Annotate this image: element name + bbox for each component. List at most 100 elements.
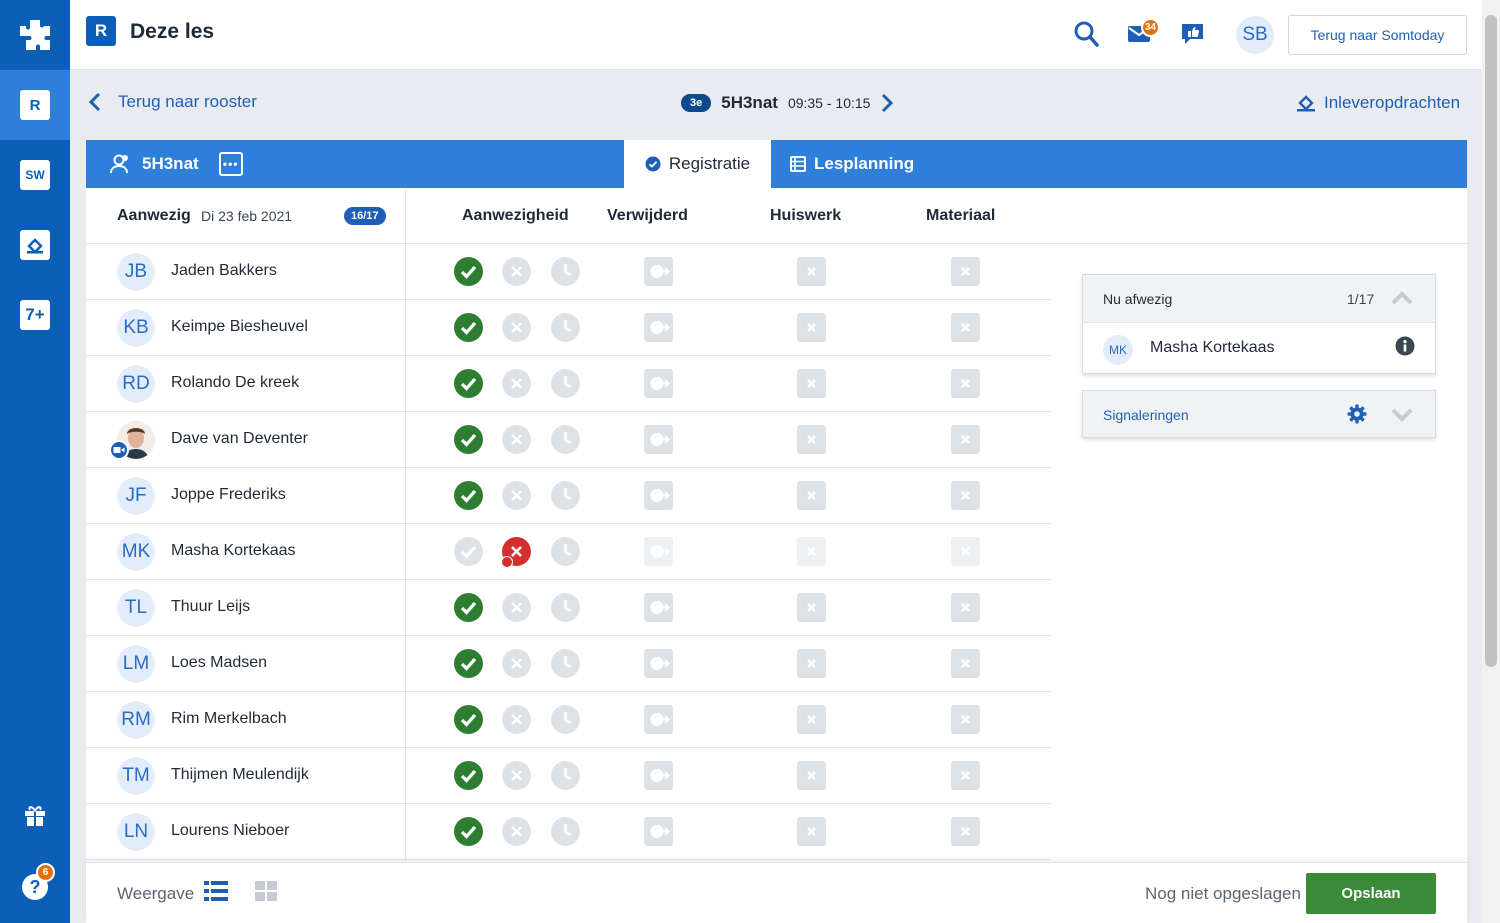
info-icon[interactable]: [1395, 336, 1415, 356]
present-toggle[interactable]: [454, 369, 483, 398]
material-toggle[interactable]: [951, 537, 980, 566]
late-toggle[interactable]: [551, 313, 580, 342]
chevron-up-icon[interactable]: [1391, 291, 1413, 305]
absent-card-header[interactable]: Nu afwezig 1/17: [1083, 275, 1435, 323]
present-toggle[interactable]: [454, 537, 483, 566]
late-toggle[interactable]: [551, 481, 580, 510]
homework-toggle[interactable]: [797, 817, 826, 846]
material-toggle[interactable]: [951, 593, 980, 622]
student-name[interactable]: Rim Merkelbach: [171, 710, 287, 728]
student-name[interactable]: Rolando De kreek: [171, 374, 299, 392]
absent-toggle[interactable]: [502, 425, 531, 454]
feedback-button[interactable]: [1180, 22, 1206, 51]
homework-toggle[interactable]: [797, 369, 826, 398]
removed-toggle[interactable]: [644, 761, 673, 790]
group-options-button[interactable]: •••: [218, 152, 243, 176]
absent-toggle[interactable]: [502, 761, 531, 790]
rail-item-gift[interactable]: [0, 780, 70, 850]
rail-item-studiewijzer[interactable]: SW: [0, 140, 70, 210]
search-button[interactable]: [1073, 20, 1099, 53]
scrollbar-thumb[interactable]: [1485, 15, 1497, 667]
absent-toggle[interactable]: [502, 313, 531, 342]
gear-icon[interactable]: [1347, 404, 1367, 424]
student-name[interactable]: Dave van Deventer: [171, 430, 308, 448]
homework-toggle[interactable]: [797, 593, 826, 622]
tab-registratie[interactable]: Registratie: [624, 140, 771, 188]
rail-item-inleveren[interactable]: [0, 210, 70, 280]
student-name[interactable]: Masha Kortekaas: [171, 542, 296, 560]
present-toggle[interactable]: [454, 705, 483, 734]
removed-toggle[interactable]: [644, 537, 673, 566]
present-toggle[interactable]: [454, 761, 483, 790]
student-name[interactable]: Keimpe Biesheuvel: [171, 318, 308, 336]
mail-button[interactable]: 34: [1127, 18, 1160, 49]
removed-toggle[interactable]: [644, 649, 673, 678]
material-toggle[interactable]: [951, 369, 980, 398]
homework-toggle[interactable]: [797, 761, 826, 790]
present-toggle[interactable]: [454, 257, 483, 286]
material-toggle[interactable]: [951, 481, 980, 510]
late-toggle[interactable]: [551, 425, 580, 454]
late-toggle[interactable]: [551, 705, 580, 734]
homework-toggle[interactable]: [797, 313, 826, 342]
tab-lesplanning[interactable]: Lesplanning: [790, 140, 914, 188]
late-toggle[interactable]: [551, 761, 580, 790]
rail-item-rooster[interactable]: R: [0, 70, 70, 140]
absent-student-row[interactable]: MK Masha Kortekaas: [1083, 323, 1435, 373]
material-toggle[interactable]: [951, 257, 980, 286]
late-toggle[interactable]: [551, 369, 580, 398]
absent-toggle[interactable]: [502, 593, 531, 622]
homework-toggle[interactable]: [797, 649, 826, 678]
user-avatar[interactable]: SB: [1236, 16, 1274, 54]
present-toggle[interactable]: [454, 313, 483, 342]
absent-toggle[interactable]: [502, 705, 531, 734]
assignments-link[interactable]: Inleveropdrachten: [1296, 93, 1460, 113]
homework-toggle[interactable]: [797, 481, 826, 510]
removed-toggle[interactable]: [644, 593, 673, 622]
present-toggle[interactable]: [454, 425, 483, 454]
homework-toggle[interactable]: [797, 705, 826, 734]
list-view-icon[interactable]: [204, 880, 228, 902]
present-toggle[interactable]: [454, 649, 483, 678]
material-toggle[interactable]: [951, 649, 980, 678]
removed-toggle[interactable]: [644, 425, 673, 454]
present-toggle[interactable]: [454, 481, 483, 510]
removed-toggle[interactable]: [644, 705, 673, 734]
removed-toggle[interactable]: [644, 817, 673, 846]
chevron-down-icon[interactable]: [1391, 408, 1413, 422]
removed-toggle[interactable]: [644, 313, 673, 342]
material-toggle[interactable]: [951, 425, 980, 454]
homework-toggle[interactable]: [797, 425, 826, 454]
absent-toggle[interactable]: [501, 537, 531, 568]
student-name[interactable]: Joppe Frederiks: [171, 486, 286, 504]
material-toggle[interactable]: [951, 761, 980, 790]
late-toggle[interactable]: [551, 649, 580, 678]
late-toggle[interactable]: [551, 537, 580, 566]
back-to-somtoday-button[interactable]: Terug naar Somtoday: [1288, 15, 1467, 55]
material-toggle[interactable]: [951, 817, 980, 846]
material-toggle[interactable]: [951, 313, 980, 342]
signals-card[interactable]: Signaleringen: [1082, 390, 1436, 438]
late-toggle[interactable]: [551, 593, 580, 622]
present-toggle[interactable]: [454, 593, 483, 622]
chevron-right-icon[interactable]: [880, 93, 894, 113]
back-to-rooster-link[interactable]: Terug naar rooster: [88, 92, 257, 112]
absent-toggle[interactable]: [502, 257, 531, 286]
absent-toggle[interactable]: [502, 649, 531, 678]
student-name[interactable]: Jaden Bakkers: [171, 262, 277, 280]
student-name[interactable]: Thuur Leijs: [171, 598, 250, 616]
rail-item-help[interactable]: ? 6: [0, 852, 70, 922]
present-toggle[interactable]: [454, 817, 483, 846]
page-scrollbar[interactable]: [1482, 0, 1500, 923]
removed-toggle[interactable]: [644, 481, 673, 510]
student-name[interactable]: Thijmen Meulendijk: [171, 766, 309, 784]
student-name[interactable]: Lourens Nieboer: [171, 822, 289, 840]
removed-toggle[interactable]: [644, 257, 673, 286]
homework-toggle[interactable]: [797, 537, 826, 566]
absent-toggle[interactable]: [502, 817, 531, 846]
rail-item-cijfers[interactable]: 7+: [0, 280, 70, 350]
absent-toggle[interactable]: [502, 481, 531, 510]
student-name[interactable]: Loes Madsen: [171, 654, 267, 672]
save-button[interactable]: Opslaan: [1306, 873, 1436, 914]
late-toggle[interactable]: [551, 817, 580, 846]
